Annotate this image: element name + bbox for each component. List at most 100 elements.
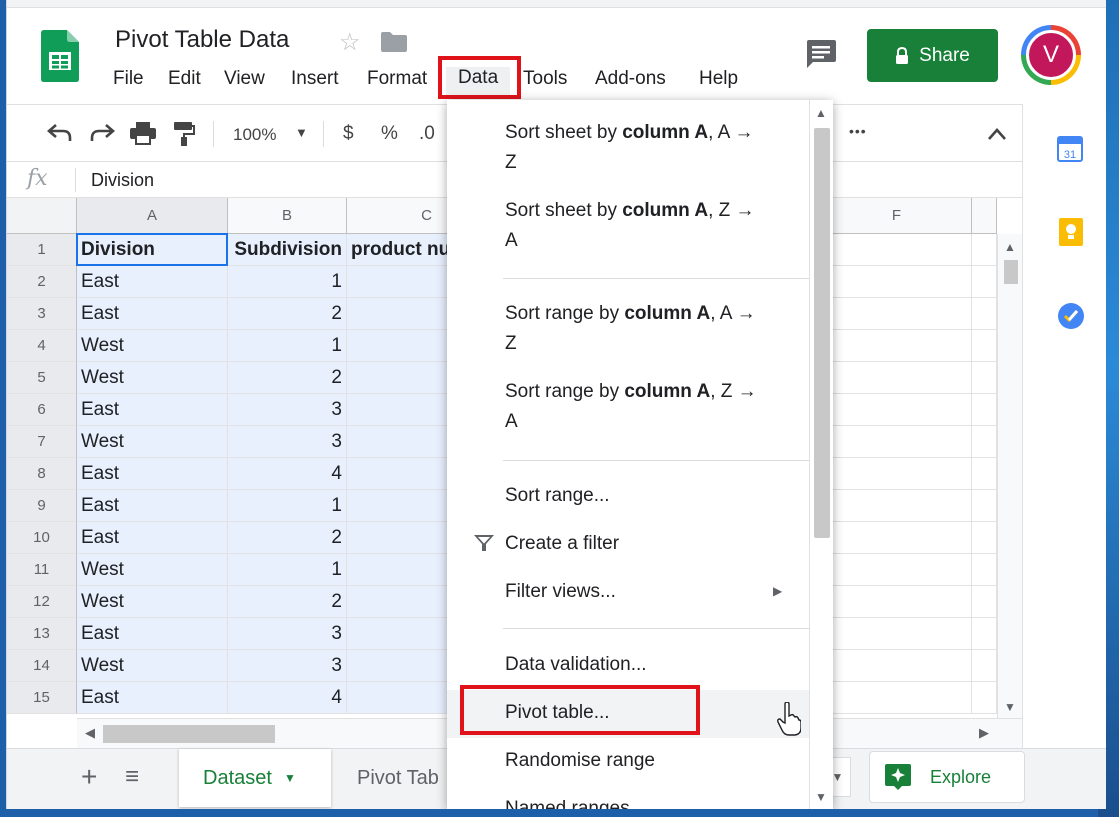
scroll-down-icon[interactable]: ▼ xyxy=(1004,700,1016,714)
cell-division[interactable]: East xyxy=(77,618,228,650)
cell-g[interactable] xyxy=(972,266,997,298)
keep-icon[interactable] xyxy=(1059,218,1083,246)
scroll-up-icon[interactable]: ▲ xyxy=(1004,240,1016,254)
menu-scrollbar[interactable]: ▲ ▼ xyxy=(809,100,833,809)
menu-format[interactable]: Format xyxy=(367,68,427,90)
cell-subdivision[interactable]: 1 xyxy=(228,490,347,522)
cell-g[interactable] xyxy=(972,682,997,714)
collapse-chevron-up-icon[interactable] xyxy=(987,127,1007,141)
all-sheets-icon[interactable]: ≡ xyxy=(125,763,139,791)
cell-f[interactable] xyxy=(822,554,972,586)
menu-edit[interactable]: Edit xyxy=(168,68,201,90)
cell-f[interactable] xyxy=(822,426,972,458)
row-header[interactable]: 11 xyxy=(7,554,77,586)
cell-subdivision[interactable]: 2 xyxy=(228,298,347,330)
cell-f[interactable] xyxy=(822,362,972,394)
cell-subdivision[interactable]: 3 xyxy=(228,394,347,426)
percent-format-button[interactable]: % xyxy=(381,123,398,145)
share-button[interactable]: Share xyxy=(867,29,998,82)
row-header[interactable]: 2 xyxy=(7,266,77,298)
cell-g[interactable] xyxy=(972,394,997,426)
cell-g[interactable] xyxy=(972,234,997,266)
cell-f[interactable] xyxy=(822,458,972,490)
menu-tools[interactable]: Tools xyxy=(523,68,567,90)
cell-g[interactable] xyxy=(972,522,997,554)
vertical-scrollbar[interactable]: ▲ ▼ xyxy=(997,234,1022,718)
cell-g[interactable] xyxy=(972,426,997,458)
cell-f[interactable] xyxy=(822,298,972,330)
cell-g[interactable] xyxy=(972,490,997,522)
cell-f[interactable] xyxy=(822,330,972,362)
cell-division[interactable]: West xyxy=(77,554,228,586)
cell-division[interactable]: West xyxy=(77,426,228,458)
account-avatar[interactable]: V xyxy=(1021,25,1081,85)
cell-g[interactable] xyxy=(972,650,997,682)
cell-division[interactable]: West xyxy=(77,650,228,682)
cell-g[interactable] xyxy=(972,362,997,394)
row-header[interactable]: 13 xyxy=(7,618,77,650)
column-header-b[interactable]: B xyxy=(228,198,347,234)
tasks-icon[interactable] xyxy=(1057,302,1085,330)
cell-subdivision[interactable]: 3 xyxy=(228,426,347,458)
cell-subdivision[interactable]: 4 xyxy=(228,458,347,490)
menu-item-create-filter[interactable]: Create a filter xyxy=(505,529,619,559)
paint-format-icon[interactable] xyxy=(173,121,195,147)
cell-f[interactable] xyxy=(822,682,972,714)
cell-f[interactable] xyxy=(822,522,972,554)
cell-f[interactable] xyxy=(822,586,972,618)
menu-item-randomise-range[interactable]: Randomise range xyxy=(505,746,655,776)
cell-g[interactable] xyxy=(972,298,997,330)
cell-f[interactable] xyxy=(822,490,972,522)
column-header-a[interactable]: A xyxy=(77,198,228,234)
menu-item-sort-range[interactable]: Sort range... xyxy=(505,481,610,511)
cell-f[interactable] xyxy=(822,650,972,682)
cell-subdivision[interactable]: 1 xyxy=(228,554,347,586)
row-header[interactable]: 4 xyxy=(7,330,77,362)
cell-subdivision[interactable]: 1 xyxy=(228,330,347,362)
more-options-icon[interactable]: ••• xyxy=(849,123,867,139)
cell-subdivision[interactable]: Subdivision xyxy=(228,234,347,266)
explore-button[interactable]: Explore xyxy=(869,751,1025,803)
row-header[interactable]: 3 xyxy=(7,298,77,330)
undo-icon[interactable] xyxy=(47,123,73,143)
cell-f[interactable] xyxy=(822,394,972,426)
scroll-right-icon[interactable]: ▶ xyxy=(979,725,989,741)
cell-division[interactable]: West xyxy=(77,362,228,394)
row-header[interactable]: 7 xyxy=(7,426,77,458)
menu-item-filter-views[interactable]: Filter views... xyxy=(505,577,616,607)
row-header[interactable]: 15 xyxy=(7,682,77,714)
zoom-chevron-down-icon[interactable]: ▼ xyxy=(295,125,308,140)
cell-division[interactable]: East xyxy=(77,490,228,522)
cell-subdivision[interactable]: 3 xyxy=(228,650,347,682)
cell-subdivision[interactable]: 1 xyxy=(228,266,347,298)
row-header[interactable]: 6 xyxy=(7,394,77,426)
cell-g[interactable] xyxy=(972,618,997,650)
menu-scroll-down-icon[interactable]: ▼ xyxy=(815,790,827,804)
cell-subdivision[interactable]: 2 xyxy=(228,586,347,618)
star-icon[interactable]: ☆ xyxy=(339,28,361,57)
cell-division[interactable]: East xyxy=(77,458,228,490)
cell-subdivision[interactable]: 3 xyxy=(228,618,347,650)
menu-addons[interactable]: Add-ons xyxy=(595,68,666,90)
cell-division[interactable]: East xyxy=(77,266,228,298)
row-header[interactable]: 12 xyxy=(7,586,77,618)
menu-item-sort-sheet-az[interactable]: Sort sheet by column A, A → Z xyxy=(505,118,754,178)
cell-g[interactable] xyxy=(972,586,997,618)
horizontal-scroll-thumb[interactable] xyxy=(103,725,275,743)
scroll-left-icon[interactable]: ◀ xyxy=(85,725,95,741)
cell-division[interactable]: East xyxy=(77,522,228,554)
menu-insert[interactable]: Insert xyxy=(291,68,339,90)
cell-division[interactable]: West xyxy=(77,330,228,362)
menu-scroll-thumb[interactable] xyxy=(814,128,830,538)
row-header[interactable]: 5 xyxy=(7,362,77,394)
sheets-logo-icon[interactable] xyxy=(41,30,79,82)
cell-subdivision[interactable]: 2 xyxy=(228,522,347,554)
row-header[interactable]: 1 xyxy=(7,234,77,266)
calendar-icon[interactable]: 31 xyxy=(1057,134,1083,162)
row-header[interactable]: 14 xyxy=(7,650,77,682)
formula-input[interactable]: Division xyxy=(91,170,154,191)
row-header[interactable]: 9 xyxy=(7,490,77,522)
cell-f[interactable] xyxy=(822,234,972,266)
sheet-tab-dataset[interactable]: Dataset ▼ xyxy=(179,749,331,807)
cell-division[interactable]: East xyxy=(77,394,228,426)
